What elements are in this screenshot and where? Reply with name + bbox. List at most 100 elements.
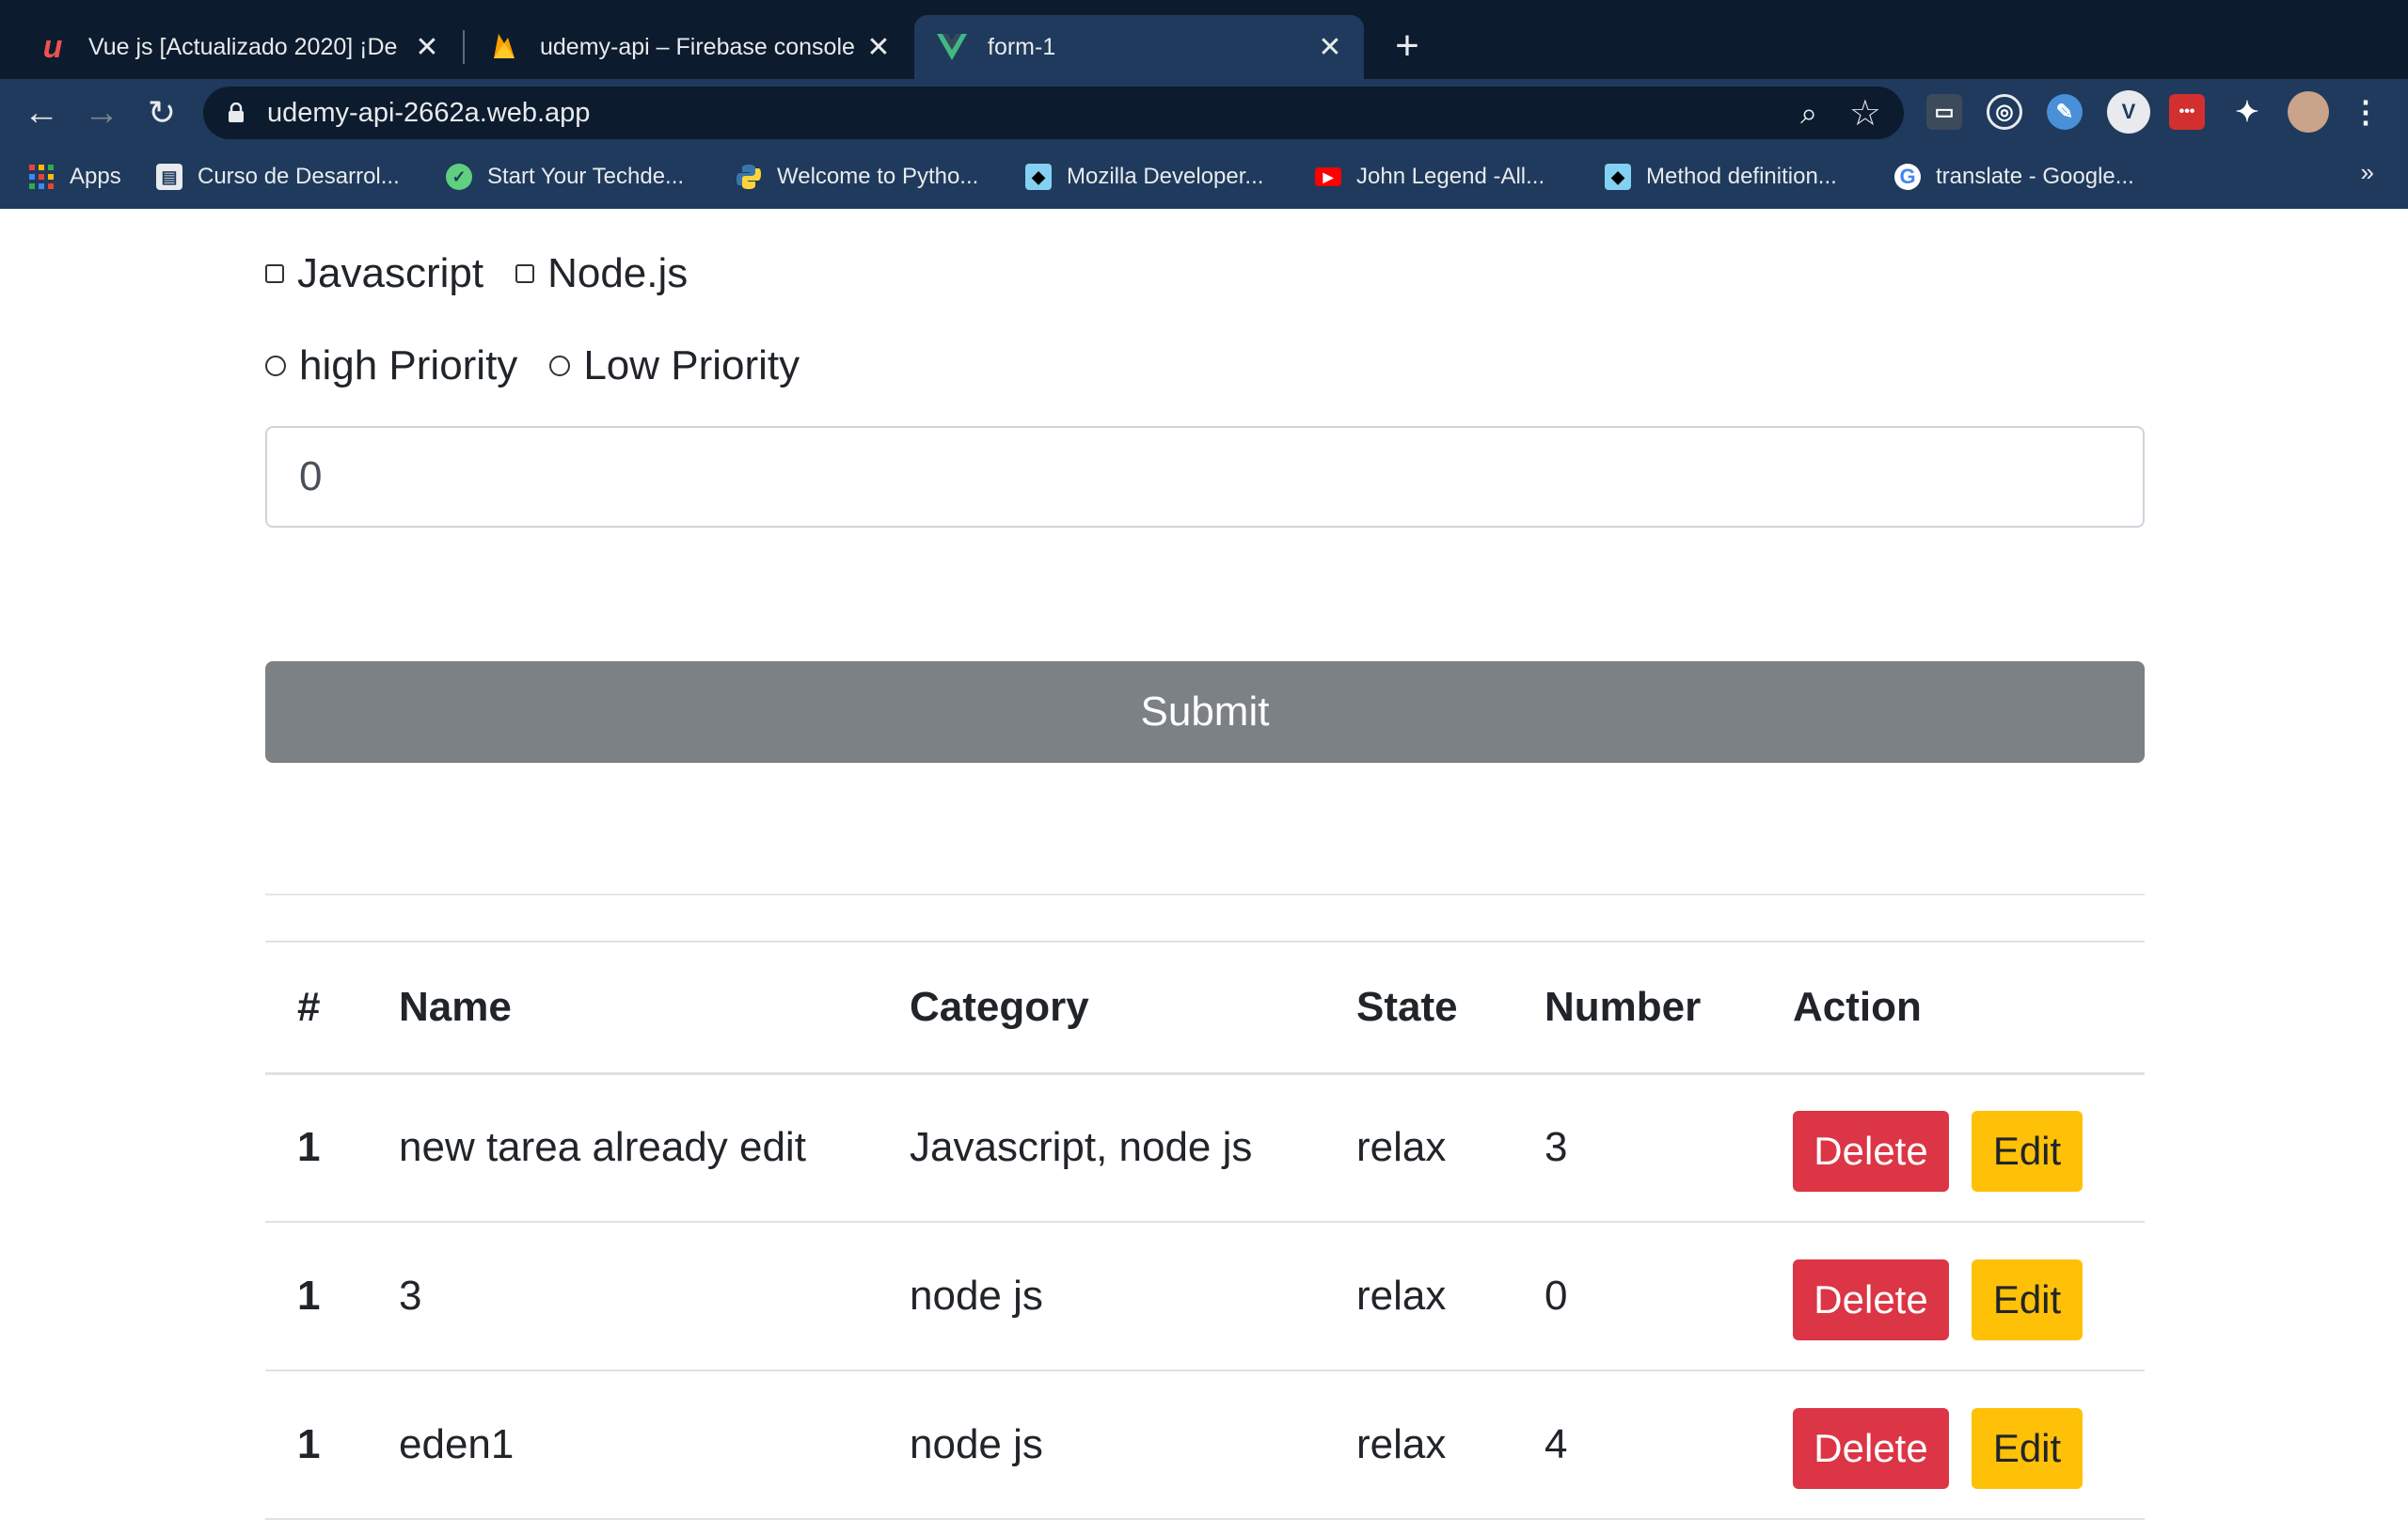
table-header-row: # Name Category State Number Action — [265, 941, 2145, 1075]
cell-index: 1 — [265, 1222, 399, 1371]
bookmark-label: Apps — [70, 164, 121, 189]
google-icon: G — [1894, 164, 1921, 190]
bookmark-apps[interactable]: Apps — [28, 160, 121, 194]
checkbox[interactable] — [515, 264, 535, 283]
cell-number: 3 — [1545, 1073, 1793, 1223]
delete-button[interactable]: Delete — [1793, 1408, 1949, 1489]
edit-button[interactable]: Edit — [1972, 1408, 2083, 1489]
close-tab-icon[interactable]: ✕ — [412, 31, 442, 64]
bookmark-label: Method definition... — [1646, 164, 1837, 189]
bookmark-star-icon[interactable]: ☆ — [1849, 92, 1881, 135]
vue-devtools-icon[interactable]: V — [2107, 90, 2150, 134]
bookmark-method-definition[interactable]: ◆ Method definition... — [1605, 160, 1837, 194]
vue-icon — [937, 32, 967, 62]
table-row: 1 eden1 node js relax 4 Delete Edit — [265, 1370, 2145, 1520]
bookmark-label: translate - Google... — [1936, 164, 2134, 189]
briefcase-icon: ▤ — [156, 164, 182, 190]
tab-title: Vue js [Actualizado 2020] ¡De — [88, 33, 398, 60]
radio-low-priority[interactable]: Low Priority — [549, 342, 800, 389]
screen-extension-icon[interactable]: ▭ — [1926, 94, 1962, 130]
avatar[interactable] — [2288, 91, 2329, 133]
bookmark-techdegree[interactable]: ✓ Start Your Techde... — [446, 160, 684, 194]
checkbox-label: Node.js — [547, 250, 689, 296]
firebase-icon — [489, 32, 519, 62]
bookmark-python[interactable]: Welcome to Pytho... — [736, 160, 978, 194]
menu-kebab-icon[interactable]: ⋮ — [2348, 94, 2384, 130]
radio-label: Low Priority — [583, 342, 800, 388]
table-row: 1 new tarea already edit Javascript, nod… — [265, 1073, 2145, 1223]
bookmark-label: Curso de Desarrol... — [198, 164, 400, 189]
header-action: Action — [1793, 941, 2145, 1075]
delete-button[interactable]: Delete — [1793, 1259, 1949, 1340]
bookmarks-bar: Apps ▤ Curso de Desarrol... ✓ Start Your… — [0, 147, 2408, 209]
bookmarks-overflow-icon[interactable]: » — [2361, 158, 2374, 187]
tab-firebase[interactable]: udemy-api – Firebase console ✕ — [452, 15, 912, 79]
category-checkboxes: Javascript Node.js — [265, 250, 720, 297]
cell-index: 1 — [265, 1370, 399, 1520]
bookmark-curso[interactable]: ▤ Curso de Desarrol... — [156, 160, 400, 194]
cell-category: Javascript, node js — [910, 1073, 1356, 1223]
radio-label: high Priority — [299, 342, 518, 388]
cell-state: relax — [1356, 1073, 1545, 1223]
url-text: udemy-api-2662a.web.app — [267, 98, 591, 128]
priority-radios: high Priority Low Priority — [265, 342, 832, 389]
tab-form-1[interactable]: form-1 ✕ — [914, 15, 1364, 79]
cell-number: 0 — [1545, 1222, 1793, 1371]
back-arrow-icon[interactable]: ← — [21, 92, 62, 134]
python-icon — [736, 164, 762, 190]
edit-button[interactable]: Edit — [1972, 1111, 2083, 1193]
reload-icon[interactable]: ↻ — [141, 92, 182, 134]
puzzle-extensions-icon[interactable]: ✦ — [2229, 94, 2265, 130]
submit-button[interactable]: Submit — [265, 661, 2145, 763]
edit-extension-icon[interactable]: ✎ — [2047, 94, 2083, 130]
cell-state: relax — [1356, 1222, 1545, 1371]
radio-high-priority[interactable]: high Priority — [265, 342, 517, 389]
checkbox-label: Javascript — [297, 250, 484, 296]
target-extension-icon[interactable]: ◎ — [1987, 94, 2022, 130]
number-input[interactable] — [265, 426, 2145, 528]
address-bar[interactable]: udemy-api-2662a.web.app ⌕ ☆ — [203, 87, 1904, 139]
tab-udemy[interactable]: u Vue js [Actualizado 2020] ¡De ✕ — [0, 15, 461, 79]
youtube-icon: ▶ — [1315, 167, 1341, 186]
zoom-icon[interactable]: ⌕ — [1800, 96, 1817, 132]
delete-button[interactable]: Delete — [1793, 1111, 1949, 1193]
bookmark-label: Welcome to Pytho... — [777, 164, 979, 189]
page-content: Javascript Node.js high Priority Low Pri… — [0, 209, 2408, 1520]
cell-name: 3 — [399, 1222, 910, 1371]
radio-button[interactable] — [549, 356, 571, 376]
checkbox-javascript[interactable]: Javascript — [265, 250, 483, 297]
checkbox-nodejs[interactable]: Node.js — [515, 250, 688, 297]
header-state: State — [1356, 941, 1545, 1075]
table-row: 1 3 node js relax 0 Delete Edit — [265, 1222, 2145, 1371]
cell-actions: Delete Edit — [1793, 1222, 2145, 1371]
mdn-icon: ◆ — [1025, 164, 1052, 190]
techdegree-icon: ✓ — [446, 164, 472, 190]
cell-index: 1 — [265, 1073, 399, 1223]
bookmark-label: John Legend -All... — [1356, 164, 1545, 189]
bookmark-label: Mozilla Developer... — [1067, 164, 1264, 189]
bookmark-label: Start Your Techde... — [487, 164, 685, 189]
forward-arrow-icon[interactable]: → — [81, 92, 122, 134]
cell-category: node js — [910, 1222, 1356, 1371]
bookmark-youtube[interactable]: ▶ John Legend -All... — [1315, 160, 1545, 194]
close-tab-icon[interactable]: ✕ — [863, 31, 894, 64]
bookmark-translate[interactable]: G translate - Google... — [1894, 160, 2134, 194]
new-tab-icon[interactable]: + — [1388, 23, 1426, 70]
cell-number: 4 — [1545, 1370, 1793, 1520]
radio-button[interactable] — [265, 356, 286, 376]
checkbox[interactable] — [265, 264, 284, 283]
browser-chrome: u Vue js [Actualizado 2020] ¡De ✕ udemy-… — [0, 0, 2408, 209]
udemy-icon: u — [42, 28, 63, 65]
cell-name: new tarea already edit — [399, 1073, 910, 1223]
bookmark-mdn[interactable]: ◆ Mozilla Developer... — [1025, 160, 1263, 194]
cell-state: relax — [1356, 1370, 1545, 1520]
edit-button[interactable]: Edit — [1972, 1259, 2083, 1340]
tab-title: form-1 — [988, 33, 1056, 60]
cell-actions: Delete Edit — [1793, 1370, 2145, 1520]
red-extension-icon[interactable]: ••• — [2169, 94, 2205, 130]
divider — [265, 894, 2145, 895]
tab-strip: u Vue js [Actualizado 2020] ¡De ✕ udemy-… — [0, 0, 2408, 79]
header-number: Number — [1545, 941, 1793, 1075]
close-tab-icon[interactable]: ✕ — [1315, 31, 1345, 64]
task-table: # Name Category State Number Action 1 ne… — [265, 941, 2145, 1520]
